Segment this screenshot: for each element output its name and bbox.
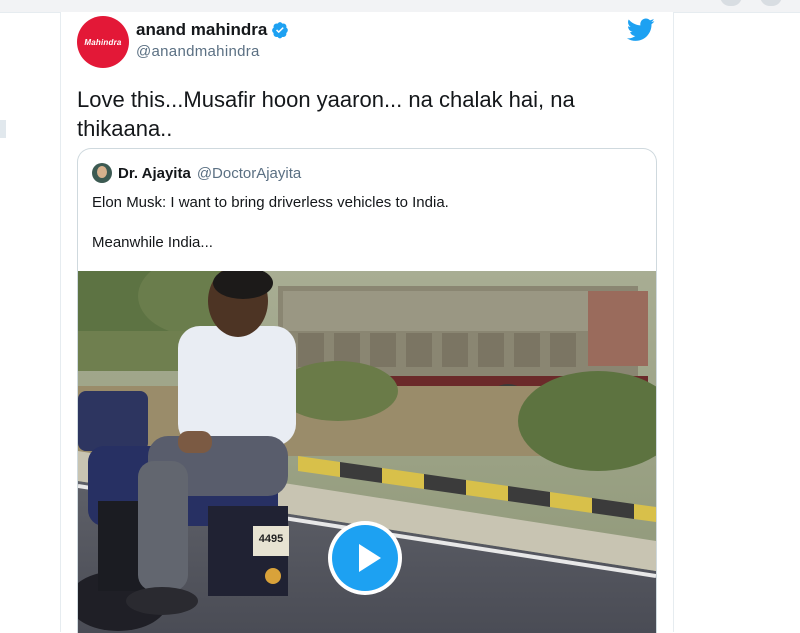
quoted-text-line-2: Meanwhile India... (92, 234, 213, 251)
quoted-author-name[interactable]: Dr. Ajayita (118, 165, 191, 182)
tweet-text: Love this...Musafir hoon yaaron... na ch… (77, 85, 637, 143)
play-button[interactable] (328, 521, 402, 595)
license-plate: 4495 (258, 533, 284, 545)
left-column-edge (0, 120, 6, 138)
author-name-row[interactable]: anand mahindra (136, 20, 289, 40)
quoted-text-line-1: Elon Musk: I want to bring driverless ve… (92, 194, 449, 211)
play-icon (332, 525, 398, 591)
quoted-tweet-text: Elon Musk: I want to bring driverless ve… (92, 193, 642, 253)
quoted-tweet-header: Dr. Ajayita @DoctorAjayita (92, 163, 301, 183)
tweet-text-line-1: Love this...Musafir hoon yaaron... na ch… (77, 87, 575, 112)
avatar[interactable]: Mahindra (77, 16, 129, 68)
quoted-tweet[interactable]: Dr. Ajayita @DoctorAjayita Elon Musk: I … (77, 148, 657, 633)
user-info: anand mahindra @anandmahindra (136, 20, 289, 60)
author-handle[interactable]: @anandmahindra (136, 43, 289, 60)
top-tabs-decor (720, 0, 790, 8)
quoted-avatar[interactable] (92, 163, 112, 183)
mahindra-logo: Mahindra (84, 37, 122, 47)
verified-badge-icon (272, 22, 289, 39)
video-player[interactable]: 4495 (78, 271, 656, 633)
tweet-card[interactable]: Mahindra anand mahindra @anandmahindra L… (60, 12, 674, 633)
quoted-author-handle[interactable]: @DoctorAjayita (197, 165, 301, 182)
twitter-bird-icon[interactable] (627, 18, 655, 42)
tweet-text-line-2: thikaana.. (77, 116, 173, 141)
author-display-name[interactable]: anand mahindra (136, 20, 267, 40)
